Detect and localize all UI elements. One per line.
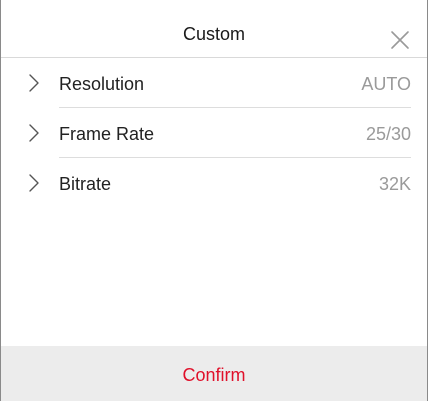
setting-label: Frame Rate (59, 124, 155, 144)
dialog-header: Custom (1, 0, 427, 58)
confirm-button[interactable]: Confirm (1, 346, 427, 401)
setting-value: 25/30 (365, 124, 411, 144)
close-icon[interactable] (388, 28, 412, 52)
chevron-right-icon (28, 123, 40, 143)
dialog-title: Custom (182, 24, 245, 44)
setting-label: Resolution (59, 74, 145, 94)
setting-row-resolution[interactable]: Resolution AUTO (1, 58, 427, 108)
setting-label: Bitrate (59, 174, 112, 194)
chevron-right-icon (28, 173, 40, 193)
setting-row-bitrate[interactable]: Bitrate 32K (1, 158, 427, 208)
chevron-right-icon (28, 73, 40, 93)
setting-value: AUTO (361, 74, 411, 94)
custom-settings-dialog: Custom Resolution AUTO Frame Rate 25/30 (0, 0, 428, 401)
setting-row-frame-rate[interactable]: Frame Rate 25/30 (1, 108, 427, 158)
setting-value: 32K (378, 174, 411, 194)
